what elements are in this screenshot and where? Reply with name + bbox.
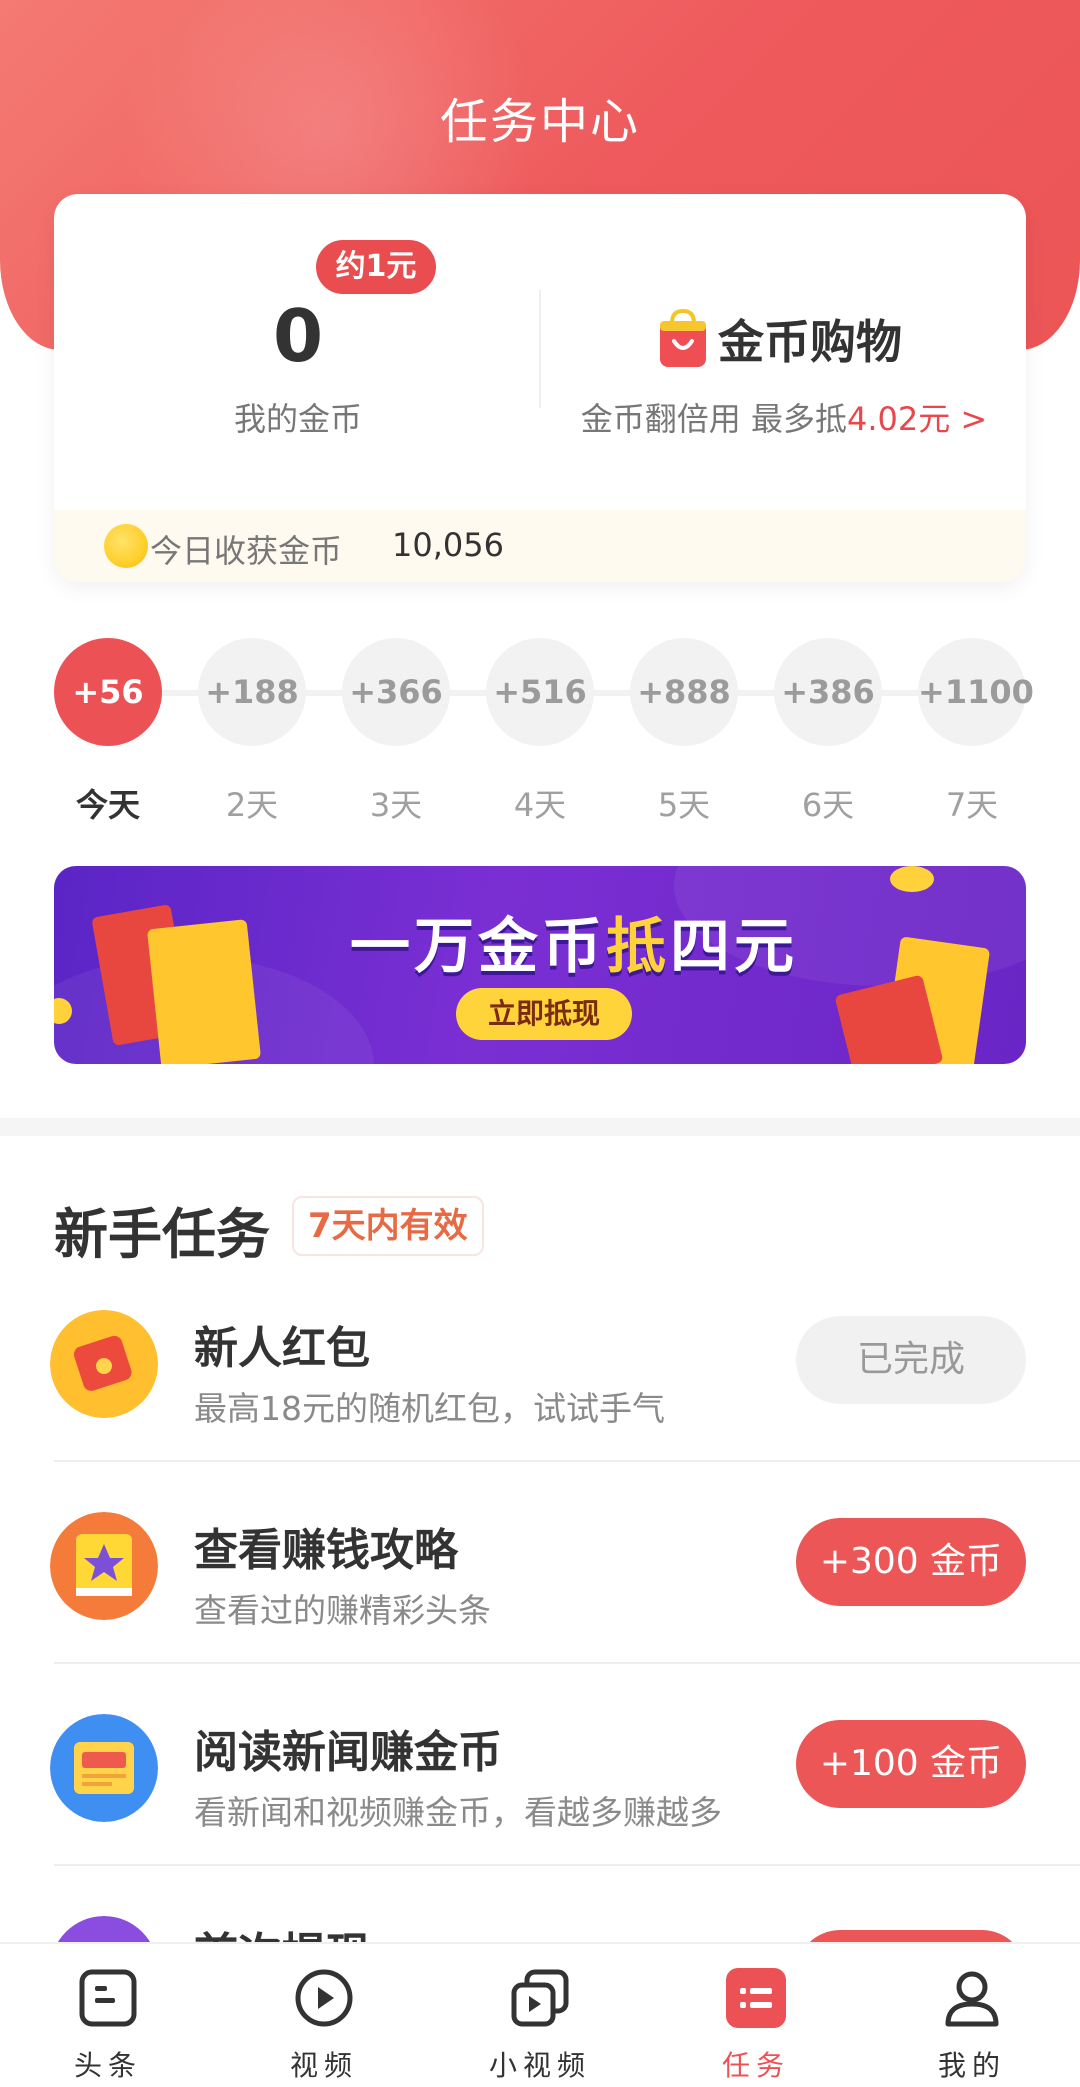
checkin-day-label: 7天 — [945, 786, 999, 824]
headline-icon — [79, 1969, 137, 2027]
section-gap — [0, 1118, 1080, 1136]
tab-profile[interactable]: 我的 — [864, 1944, 1080, 2087]
task-item: 新人红包 最高18元的随机红包，试试手气 已完成 — [0, 1290, 1080, 1490]
checkin-day-label: 4天 — [513, 786, 567, 824]
tab-label: 任务 — [721, 2049, 790, 2082]
red-envelope-icon — [50, 1310, 158, 1418]
tab-label: 视频 — [289, 2049, 358, 2082]
star-book-icon — [50, 1512, 158, 1620]
banner-title-part: 四元 — [670, 912, 798, 982]
task-list-icon — [726, 1968, 786, 2028]
bottom-tab-bar: 头条 视频 小视频 任务 我的 — [0, 1942, 1080, 2087]
divider — [54, 1662, 1080, 1664]
tab-label: 头条 — [73, 2049, 142, 2082]
divider — [54, 1864, 1080, 1866]
task-reward-button[interactable]: +300 金币 — [796, 1518, 1026, 1606]
checkin-day-label: 2天 — [225, 786, 279, 824]
checkin-day-label: 3天 — [369, 786, 423, 824]
tab-label: 小视频 — [488, 2049, 591, 2082]
page-title: 任务中心 — [439, 94, 640, 150]
tab-video[interactable]: 视频 — [216, 1944, 432, 2087]
checkin-day-label: 6天 — [801, 786, 855, 824]
checkin-day-label: 今天 — [75, 786, 140, 824]
banner-title-part: 一万金币 — [350, 912, 606, 982]
tab-short-video[interactable]: 小视频 — [432, 1944, 648, 2087]
profile-icon — [945, 1971, 999, 2027]
checkin-day-reward[interactable]: +888 — [630, 638, 738, 746]
tab-headlines[interactable]: 头条 — [0, 1944, 216, 2087]
divider — [54, 1460, 1080, 1462]
shopping-bag-icon — [146, 919, 262, 1064]
task-name: 阅读新闻赚金币 — [194, 1727, 502, 1778]
validity-tag: 7天内有效 — [292, 1196, 484, 1256]
task-item: 阅读新闻赚金币 看新闻和视频赚金币，看越多赚越多 +100 金币 — [0, 1694, 1080, 1894]
coin-shopping-desc: 金币翻倍用 最多抵4.02元 > — [542, 394, 1026, 440]
task-name: 新人红包 — [194, 1323, 370, 1374]
coin-card: 约1元 0 我的金币 金币购物 金币翻倍用 最多抵4.02元 > 今日收获金币 … — [54, 194, 1026, 582]
banner-title-highlight: 抵 — [606, 912, 670, 982]
coin-balance-label: 我的金币 — [233, 400, 362, 438]
shop-max-amount: 4.02元 — [846, 400, 951, 438]
tab-label: 我的 — [937, 2049, 1006, 2082]
gold-coin-icon — [104, 524, 148, 568]
divider — [539, 290, 541, 408]
banner-title: 一万金币抵四元 — [254, 898, 894, 985]
shop-desc-text: 金币翻倍用 最多抵 — [580, 400, 847, 438]
coin-balance: 0 — [272, 294, 324, 378]
task-name: 查看赚钱攻略 — [194, 1525, 458, 1576]
task-desc: 查看过的赚精彩头条 — [194, 1591, 491, 1630]
checkin-day-reward[interactable]: +188 — [198, 638, 306, 746]
task-completed-button[interactable]: 已完成 — [796, 1316, 1026, 1404]
task-desc: 最高18元的随机红包，试试手气 — [194, 1389, 665, 1428]
redeem-now-button[interactable]: 立即抵现 — [456, 988, 632, 1040]
task-reward-button[interactable]: +100 金币 — [796, 1720, 1026, 1808]
checkin-day-reward[interactable]: +56 — [54, 638, 162, 746]
checkin-day-reward[interactable]: +516 — [486, 638, 594, 746]
coin-shopping-link[interactable]: 金币购物 金币翻倍用 最多抵4.02元 > — [542, 194, 1026, 506]
promo-banner[interactable]: 一万金币抵四元 立即抵现 — [54, 866, 1026, 1064]
today-earnings-value: 10,056 — [392, 526, 504, 564]
task-item: 查看赚钱攻略 查看过的赚精彩头条 +300 金币 — [0, 1492, 1080, 1692]
checkin-day-reward[interactable]: +1100 — [918, 638, 1034, 746]
chevron-right-icon: > — [960, 400, 988, 438]
coin-estimate-badge: 约1元 — [316, 240, 436, 294]
today-earnings: 今日收获金币 10,056 — [54, 510, 1026, 582]
tab-tasks[interactable]: 任务 — [648, 1944, 864, 2087]
newspaper-icon — [50, 1714, 158, 1822]
coin-shopping-title: 金币购物 — [718, 315, 902, 369]
short-video-icon — [511, 1969, 569, 2027]
play-icon — [295, 1969, 353, 2027]
my-coins[interactable]: 约1元 0 我的金币 — [54, 194, 542, 506]
checkin-day-reward[interactable]: +386 — [774, 638, 882, 746]
task-desc: 看新闻和视频赚金币，看越多赚越多 — [194, 1793, 722, 1832]
today-earnings-label: 今日收获金币 — [150, 532, 343, 570]
section-title: 新手任务 — [54, 1203, 270, 1266]
checkin-day-label: 5天 — [657, 786, 711, 824]
coin-icon — [890, 866, 934, 892]
checkin-day-reward[interactable]: +366 — [342, 638, 450, 746]
shopping-bag-icon — [660, 308, 706, 367]
